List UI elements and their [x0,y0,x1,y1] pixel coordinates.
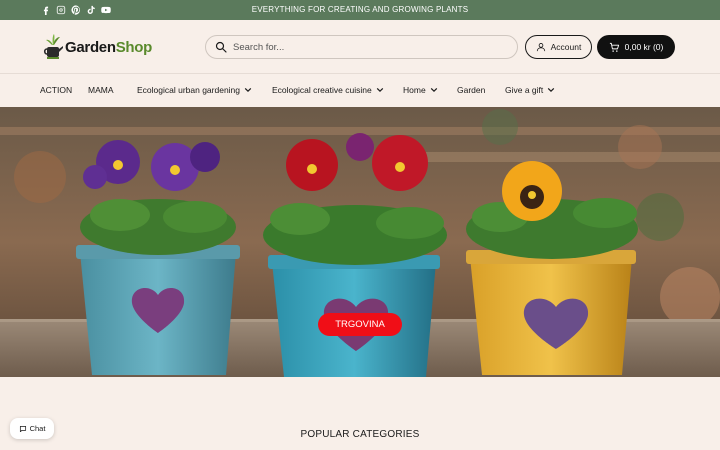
cart-button[interactable]: 0,00 kr (0) [597,35,675,59]
watering-can-plant-icon [43,34,63,59]
nav-item-label: Ecological creative cuisine [272,85,372,95]
chat-bubble-icon [19,425,26,432]
nav-item-label: Garden [457,85,486,95]
nav-item-ecological-creative-cuisine[interactable]: Ecological creative cuisine [272,85,384,95]
nav-item-label: MAMA [88,85,114,95]
site-logo[interactable]: GardenShop [42,32,152,62]
account-button[interactable]: Account [525,35,592,59]
hero-image-flower-pots [0,107,720,377]
chevron-down-icon [376,87,383,93]
user-icon [536,43,545,52]
search-icon [215,41,227,53]
cart-icon [609,42,619,52]
announcement-bar: EVERYTHING FOR CREATING AND GROWING PLAN… [0,0,720,20]
hero-banner: TRGOVINA [0,107,720,377]
nav-item-label: ACTION [40,85,73,95]
announcement-text: EVERYTHING FOR CREATING AND GROWING PLAN… [251,5,469,14]
logo-text-garden: Garden [65,38,116,56]
main-nav: ACTION MAMA Ecological urban gardening E… [0,74,720,107]
chevron-down-icon [430,87,437,93]
nav-item-home[interactable]: Home [403,85,438,95]
chat-label: Chat [29,424,46,433]
nav-item-give-a-gift[interactable]: Give a gift [505,85,555,95]
popular-categories-section: POPULAR CATEGORIES [0,377,720,450]
cart-total: 0,00 kr (0) [624,42,664,52]
section-title-popular-categories: POPULAR CATEGORIES [300,429,420,440]
nav-item-ecological-urban-gardening[interactable]: Ecological urban gardening [137,85,252,95]
logo-text-shop: Shop [115,38,153,56]
nav-item-garden[interactable]: Garden [457,85,485,95]
site-header: GardenShop Account 0,00 kr (0) [0,20,720,74]
nav-item-label: Give a gift [505,85,544,95]
nav-item-action[interactable]: ACTION [40,85,72,95]
nav-item-label: Ecological urban gardening [137,85,241,95]
account-label: Account [550,42,582,52]
chat-button[interactable]: Chat [10,418,54,439]
shop-cta-button[interactable]: TRGOVINA [318,313,402,336]
nav-item-label: Home [403,85,426,95]
chevron-down-icon [244,87,252,93]
chevron-down-icon [548,87,555,93]
search-box[interactable] [205,35,518,59]
search-input[interactable] [233,41,503,53]
nav-item-mama[interactable]: MAMA [88,85,114,95]
